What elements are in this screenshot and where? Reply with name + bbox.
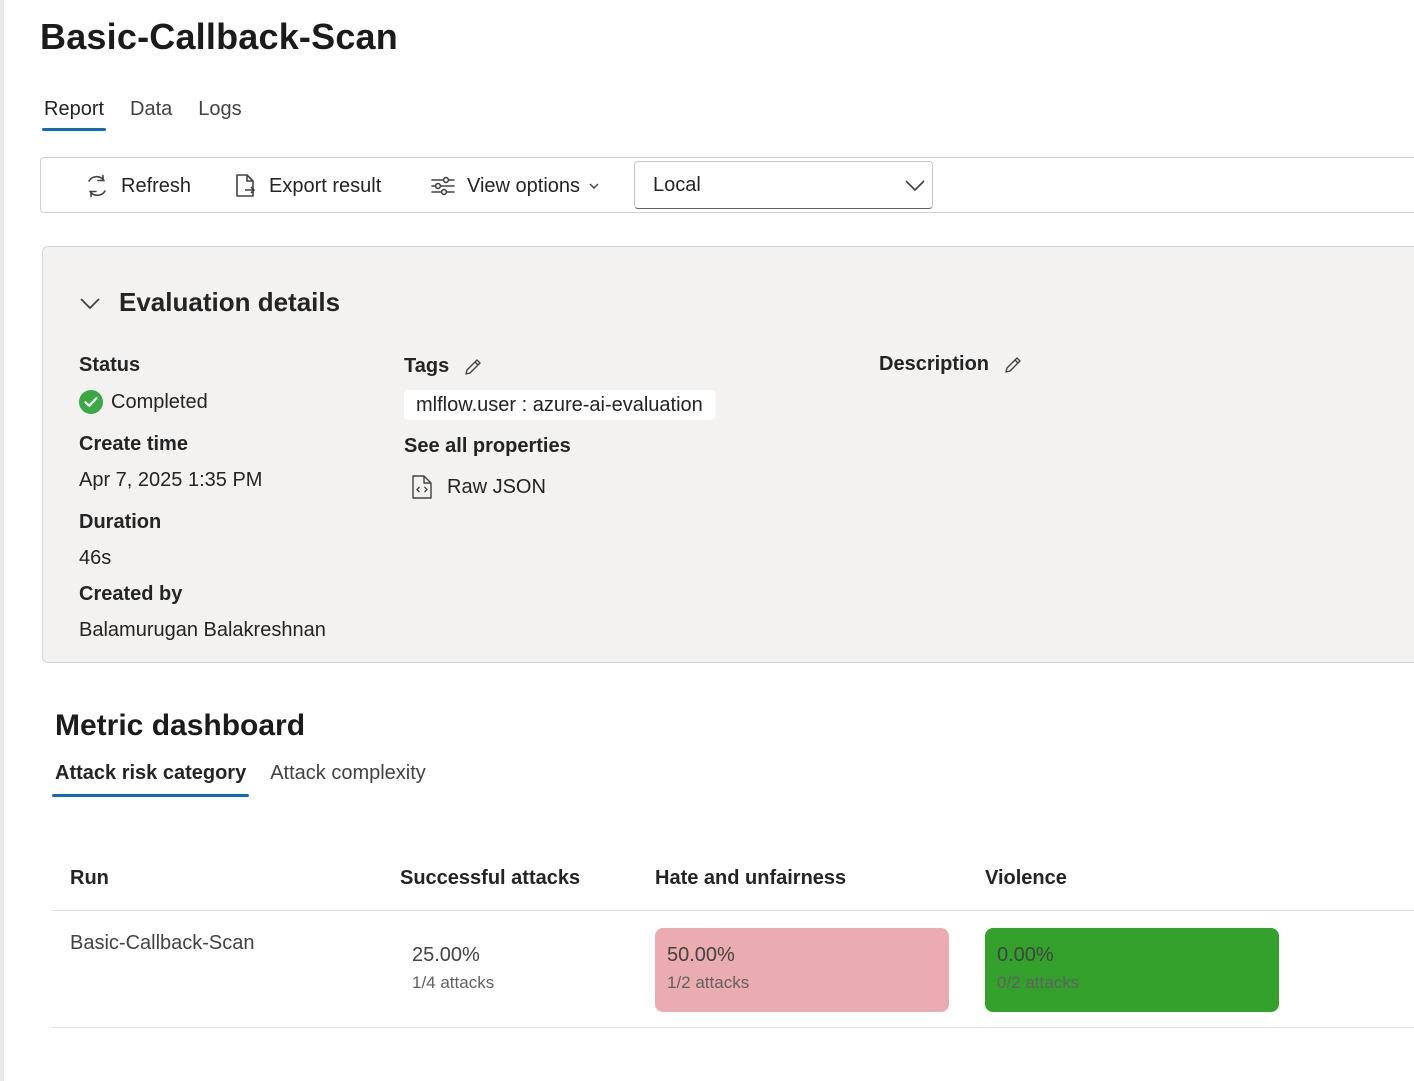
refresh-label: Refresh <box>121 174 192 197</box>
evaluation-details-card: Evaluation details Status Completed Crea… <box>42 246 1414 663</box>
description-header: Description <box>879 353 1023 376</box>
column-header-violence[interactable]: Violence <box>985 867 1067 890</box>
successful-attacks-cell: 25.00% 1/4 attacks <box>400 928 694 1012</box>
successful-attacks-percent: 25.00% <box>412 944 480 966</box>
created-by-value: Balamurugan Balakreshnan <box>79 619 326 641</box>
tab-attack-risk-category[interactable]: Attack risk category <box>52 762 250 797</box>
export-result-button[interactable]: Export result <box>231 172 381 200</box>
sliders-icon <box>429 172 457 200</box>
refresh-button[interactable]: Refresh <box>83 172 191 200</box>
tags-header: Tags <box>404 355 483 378</box>
duration-value: 46s <box>79 547 112 569</box>
create-time-value: Apr 7, 2025 1:35 PM <box>79 469 263 491</box>
tab-report[interactable]: Report <box>42 98 107 131</box>
metric-tabs: Attack risk category Attack complexity <box>52 762 447 797</box>
chevron-down-icon <box>904 176 926 200</box>
raw-json-link[interactable]: Raw JSON <box>411 474 546 500</box>
view-options-button[interactable]: View options <box>429 172 600 200</box>
chevron-down-icon <box>79 296 101 310</box>
edit-tags-pencil-icon[interactable] <box>463 357 483 377</box>
hate-unfairness-percent: 50.00% <box>667 944 735 966</box>
tab-logs[interactable]: Logs <box>196 98 243 129</box>
hate-unfairness-count: 1/2 attacks <box>667 973 750 992</box>
run-name-cell[interactable]: Basic-Callback-Scan <box>70 932 255 955</box>
raw-json-label: Raw JSON <box>447 475 546 498</box>
code-document-icon <box>411 474 433 500</box>
left-edge-border <box>0 0 4 1081</box>
page-tabs: Report Data Logs <box>42 98 266 131</box>
violence-count: 0/2 attacks <box>997 973 1080 992</box>
tag-chip: mlflow.user : azure-ai-evaluation <box>404 390 715 420</box>
see-all-properties-label: See all properties <box>404 435 571 457</box>
view-options-label: View options <box>467 174 581 197</box>
evaluation-details-toggle[interactable]: Evaluation details <box>79 287 340 318</box>
column-header-run[interactable]: Run <box>70 867 109 890</box>
evaluation-details-title: Evaluation details <box>119 287 341 317</box>
location-select[interactable]: Local <box>634 161 933 209</box>
tags-label: Tags <box>404 355 450 377</box>
violence-percent: 0.00% <box>997 944 1054 966</box>
edit-description-pencil-icon[interactable] <box>1003 355 1023 375</box>
chevron-down-icon <box>588 180 600 192</box>
tab-attack-complexity[interactable]: Attack complexity <box>267 762 429 795</box>
violence-cell: 0.00% 0/2 attacks <box>985 928 1279 1012</box>
tab-data[interactable]: Data <box>128 98 174 129</box>
location-select-value: Local <box>653 173 701 196</box>
create-time-label: Create time <box>79 433 188 455</box>
metric-dashboard-title: Metric dashboard <box>55 709 306 742</box>
description-label: Description <box>879 353 990 375</box>
status-text: Completed <box>111 390 208 413</box>
successful-attacks-count: 1/4 attacks <box>412 973 495 992</box>
page-title: Basic-Callback-Scan <box>40 16 398 57</box>
toolbar: Refresh Export result View options Local <box>40 157 1414 213</box>
hate-unfairness-cell: 50.00% 1/2 attacks <box>655 928 949 1012</box>
created-by-label: Created by <box>79 583 183 605</box>
status-label: Status <box>79 354 141 376</box>
duration-label: Duration <box>79 511 162 533</box>
refresh-icon <box>83 172 111 200</box>
row-divider <box>52 1027 1414 1028</box>
status-value: Completed <box>79 390 208 414</box>
column-header-successful-attacks[interactable]: Successful attacks <box>400 867 580 890</box>
check-circle-icon <box>79 390 103 414</box>
export-document-icon <box>231 172 259 200</box>
column-header-hate-unfairness[interactable]: Hate and unfairness <box>655 867 846 890</box>
header-divider <box>52 910 1414 911</box>
export-result-label: Export result <box>269 174 382 197</box>
